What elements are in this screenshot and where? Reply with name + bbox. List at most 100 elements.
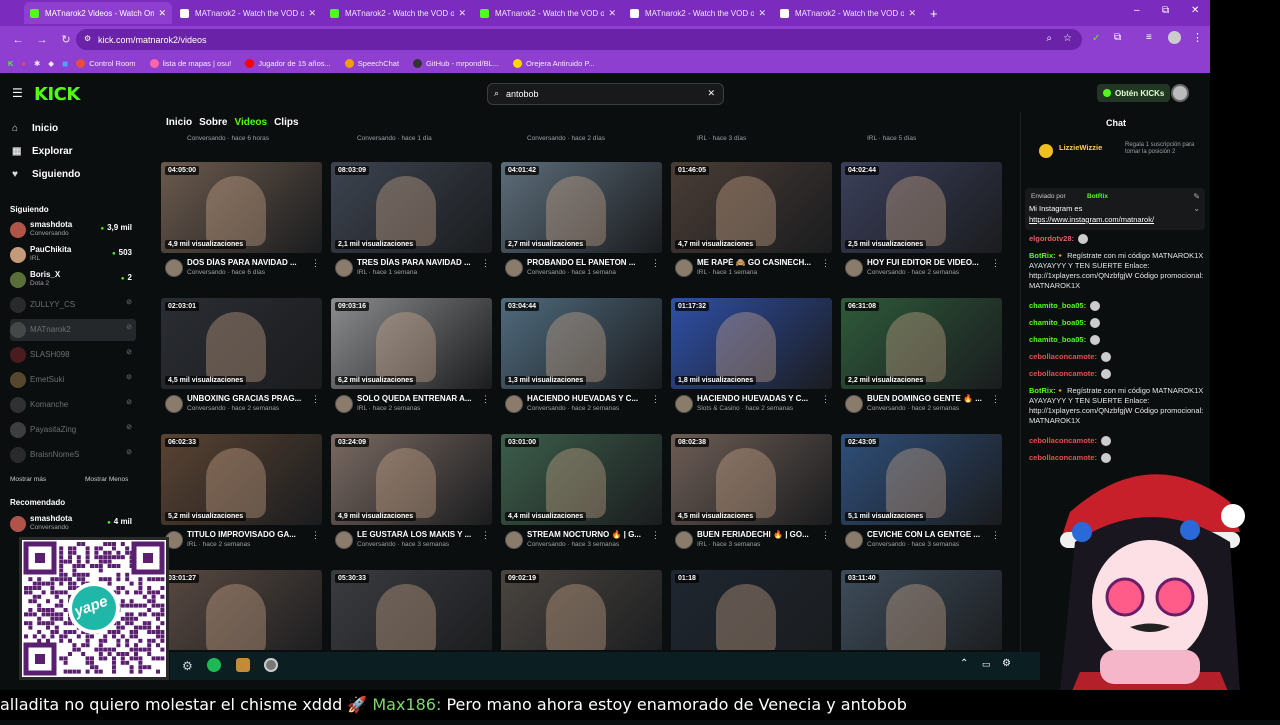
video-title[interactable]: UNBOXING GRACIAS PRAG... [187,394,307,403]
browser-tab[interactable]: MATnarok2 - Watch the VOD o ✕ [174,2,322,24]
network-icon[interactable]: ⚙ [1002,658,1011,669]
video-card[interactable]: 09:03:16 6,2 mil visualizaciones SOLO QUED… [331,271,492,413]
close-tab-icon[interactable]: ✕ [904,8,916,19]
profile-avatar[interactable] [1168,31,1181,44]
get-kicks-button[interactable]: Obtén KICKs [1097,84,1171,102]
bookmark-item[interactable]: SpeechChat [344,58,399,68]
video-options-icon[interactable]: ⋮ [481,394,490,405]
video-card[interactable]: 02:43:05 5,1 mil visualizaciones CEVICHE C… [841,407,1002,549]
media-icon[interactable]: ≡ [1146,32,1152,43]
video-options-icon[interactable]: ⋮ [311,530,320,541]
nav-inicio[interactable]: ⌂ Inicio [12,123,58,134]
video-card[interactable]: 04:01:42 2,7 mil visualizaciones PROBANDO … [501,135,662,277]
video-card[interactable]: 08:02:38 4,5 mil visualizaciones BUEN FERI… [671,407,832,549]
diamond-bookmark-icon[interactable]: ◆ [48,59,54,68]
video-thumbnail[interactable]: 02:43:05 5,1 mil visualizaciones [841,434,1002,525]
video-title[interactable]: TRES DÍAS PARA NAVIDAD ... [357,258,477,267]
maximize-button[interactable]: ⧉ [1162,5,1169,16]
video-thumbnail[interactable]: 09:03:16 6,2 mil visualizaciones [331,298,492,389]
video-title[interactable]: PROBANDO EL PANETON ... [527,258,647,267]
video-card[interactable]: 06:31:08 2,2 mil visualizaciones BUEN DOMI… [841,271,1002,413]
browser-tab[interactable]: MATnarok2 Videos - Watch On ✕ [24,2,172,24]
video-thumbnail[interactable]: 03:24:09 4,9 mil visualizaciones [331,434,492,525]
video-title[interactable]: HACIENDO HUEVADAS Y C... [527,394,647,403]
video-options-icon[interactable]: ⋮ [311,394,320,405]
pinned-user[interactable]: BotRix [1087,193,1108,200]
video-thumbnail[interactable]: 04:02:44 2,5 mil visualizaciones [841,162,1002,253]
video-thumbnail[interactable]: 06:31:08 2,2 mil visualizaciones [841,298,1002,389]
extensions-puzzle-icon[interactable]: ⧉ [1114,32,1121,43]
new-tab-button[interactable]: + [930,6,938,21]
shield-bookmark-icon[interactable]: ◼ [62,59,68,68]
video-thumbnail[interactable]: 08:03:09 2,1 mil visualizaciones [331,162,492,253]
bookmark-item[interactable]: Jugador de 15 años... [245,58,331,68]
video-options-icon[interactable]: ⋮ [821,394,830,405]
video-thumbnail[interactable]: 03:01:27 [161,570,322,650]
video-title[interactable]: DOS DÍAS PARA NAVIDAD ... [187,258,307,267]
url-bar[interactable]: ⚙ kick.com/matnarok2/videos ⌕ ☆ [76,29,1082,50]
chat-username[interactable]: chamito_boa05: [1029,335,1086,344]
video-title[interactable]: STREAM NOCTURNO 🔥 | G... [527,530,647,539]
sidebar-channel[interactable]: Boris_XDota 2 2 [10,269,136,291]
forward-icon[interactable]: → [36,34,48,46]
video-options-icon[interactable]: ⋮ [821,258,830,269]
video-thumbnail[interactable]: 01:18 [671,570,832,650]
extension-icon[interactable]: ✓ [1092,33,1100,44]
hamburger-menu-icon[interactable]: ☰ [12,86,23,100]
back-icon[interactable]: ← [12,34,24,46]
video-options-icon[interactable]: ⋮ [651,394,660,405]
video-card[interactable]: 03:01:27 [161,543,322,650]
pinned-link[interactable]: https://www.instagram.com/matnarok/ [1029,215,1154,224]
video-title[interactable]: HACIENDO HUEVADAS Y C... [697,394,817,403]
video-card[interactable]: 03:04:44 1,3 mil visualizaciones HACIENDO … [501,271,662,413]
video-title[interactable]: TITULO IMPROVISADO GA... [187,530,307,539]
pin-icon[interactable]: ✎ [1193,192,1200,201]
menu-icon[interactable]: ⋮ [1192,31,1203,44]
chat-username[interactable]: BotRix: [1029,251,1056,260]
close-tab-icon[interactable]: ✕ [454,8,466,19]
video-thumbnail[interactable]: 03:01:00 4,4 mil visualizaciones [501,434,662,525]
video-thumbnail[interactable]: 09:02:19 [501,570,662,650]
video-thumbnail[interactable]: 01:17:32 1,8 mil visualizaciones [671,298,832,389]
clear-search-icon[interactable]: ✕ [707,88,715,99]
sidebar-channel[interactable]: SLASH098 ⊘ [10,344,136,366]
browser-tab[interactable]: MATnarok2 - Watch the VOD o ✕ [624,2,772,24]
obs-icon[interactable] [264,658,278,672]
chat-username[interactable]: elgordotv28: [1029,234,1074,243]
close-tab-icon[interactable]: ✕ [754,8,766,19]
video-card[interactable]: 02:03:01 4,5 mil visualizaciones UNBOXING … [161,271,322,413]
chat-username[interactable]: cebollaconcamote: [1029,352,1097,361]
browser-tab[interactable]: MATnarok2 - Watch the VOD o ✕ [774,2,922,24]
video-options-icon[interactable]: ⋮ [991,530,1000,541]
sidebar-channel[interactable]: PayasitaZing ⊘ [10,419,136,441]
video-card[interactable]: 03:01:00 4,4 mil visualizaciones STREAM NO… [501,407,662,549]
video-options-icon[interactable]: ⋮ [311,258,320,269]
video-card[interactable]: 01:46:05 4,7 mil visualizaciones ME RAPÉ 🙈… [671,135,832,277]
sidebar-channel[interactable]: smashdotaConversando 3,9 mil [10,219,136,241]
video-title[interactable]: LE GUSTARÁ LOS MAKIS Y ... [357,530,477,539]
close-tab-icon[interactable]: ✕ [304,8,316,19]
user-avatar[interactable] [1171,84,1189,102]
kick-logo[interactable]: KICK [34,84,80,105]
video-title[interactable]: BUEN DOMINGO GENTE 🔥 ... [867,394,987,403]
chat-username[interactable]: chamito_boa05: [1029,318,1086,327]
minimize-button[interactable]: – [1134,5,1140,16]
video-title[interactable]: HOY FUI EDITOR DE VIDEO... [867,258,987,267]
sidebar-channel[interactable]: ZULLYY_CS ⊘ [10,294,136,316]
video-options-icon[interactable]: ⋮ [991,258,1000,269]
site-info-icon[interactable]: ⚙ [84,34,91,43]
close-window-button[interactable]: ✕ [1191,5,1199,16]
search-input[interactable]: ⌕ antobob ✕ [487,83,724,105]
nav-siguiendo[interactable]: ♥ Siguiendo [12,169,80,180]
video-options-icon[interactable]: ⋮ [651,530,660,541]
tab-videos[interactable]: Videos [234,117,267,128]
video-options-icon[interactable]: ⋮ [481,530,490,541]
video-options-icon[interactable]: ⋮ [991,394,1000,405]
video-thumbnail[interactable]: 03:11:40 [841,570,1002,650]
close-tab-icon[interactable]: ✕ [154,8,166,19]
spotify-icon[interactable] [207,658,221,672]
video-card[interactable]: 03:11:40 [841,543,1002,650]
app-icon[interactable] [236,658,250,672]
chat-username[interactable]: BotRix: [1029,386,1056,395]
video-thumbnail[interactable]: 04:05:00 4,9 mil visualizaciones [161,162,322,253]
